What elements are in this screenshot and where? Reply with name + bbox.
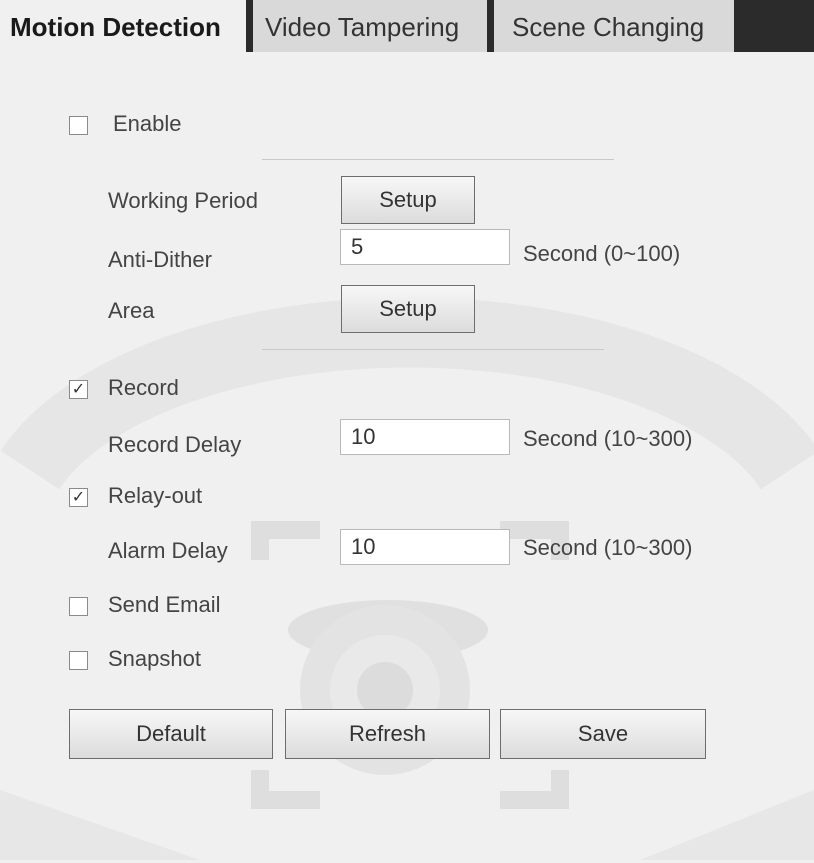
section-divider [262, 349, 604, 350]
anti-dither-unit: Second (0~100) [523, 241, 681, 266]
refresh-button[interactable]: Refresh [285, 709, 490, 759]
record-checkbox[interactable]: ✓ [69, 380, 88, 399]
alarm-delay-unit: Second (10~300) [523, 535, 693, 560]
section-divider [262, 159, 614, 160]
tab-scene-changing[interactable]: Scene Changing [494, 0, 734, 52]
send-email-checkbox[interactable] [69, 597, 88, 616]
motion-detection-page: Motion Detection Video Tampering Scene C… [0, 0, 814, 863]
snapshot-checkbox[interactable] [69, 651, 88, 670]
tab-bar: Motion Detection Video Tampering Scene C… [0, 0, 814, 52]
area-label: Area [108, 298, 155, 323]
anti-dither-label: Anti-Dither [108, 247, 212, 272]
tab-bar-filler [734, 0, 814, 52]
alarm-delay-input[interactable] [340, 529, 510, 565]
area-setup-button[interactable]: Setup [341, 285, 475, 333]
record-label: Record [108, 375, 179, 400]
tab-video-tampering[interactable]: Video Tampering [253, 0, 487, 52]
default-button[interactable]: Default [69, 709, 273, 759]
enable-checkbox[interactable] [69, 116, 88, 135]
record-delay-label: Record Delay [108, 432, 242, 457]
anti-dither-input[interactable] [340, 229, 510, 265]
working-period-setup-button[interactable]: Setup [341, 176, 475, 224]
alarm-delay-label: Alarm Delay [108, 538, 228, 563]
relay-out-label: Relay-out [108, 483, 203, 508]
tab-motion-detection[interactable]: Motion Detection [0, 0, 248, 52]
record-delay-unit: Second (10~300) [523, 426, 693, 451]
working-period-label: Working Period [108, 188, 258, 213]
save-button[interactable]: Save [500, 709, 706, 759]
send-email-label: Send Email [108, 592, 221, 617]
record-delay-input[interactable] [340, 419, 510, 455]
tab-separator [487, 0, 494, 52]
enable-label: Enable [113, 111, 182, 136]
snapshot-label: Snapshot [108, 646, 201, 671]
tab-separator [246, 0, 253, 52]
relay-out-checkbox[interactable]: ✓ [69, 488, 88, 507]
